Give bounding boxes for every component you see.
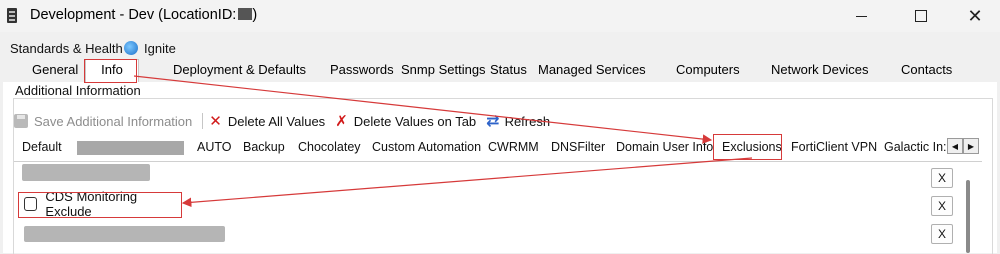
delete-all-values-button[interactable]: ✕ Delete All Values — [209, 112, 325, 130]
delete-values-on-tab-button[interactable]: ✗ Delete Values on Tab — [335, 112, 476, 130]
subtab-custom-automation[interactable]: Custom Automation — [372, 140, 481, 154]
sub-tab-strip: Default AUTO Backup Chocolatey Custom Au… — [14, 137, 982, 162]
refresh-button[interactable]: ⇄ Refresh — [486, 111, 550, 131]
save-additional-info-button[interactable]: Save Additional Information — [14, 114, 192, 129]
app-icon — [7, 8, 17, 23]
remove-icon: X — [937, 227, 946, 241]
redacted-field[interactable] — [22, 164, 150, 181]
minimize-button[interactable] — [838, 0, 884, 32]
save-icon — [14, 114, 28, 128]
redacted-subtab[interactable] — [77, 141, 184, 155]
close-icon: ✕ — [967, 6, 983, 26]
group-title: Additional Information — [13, 83, 143, 98]
remove-field-button[interactable]: X — [931, 224, 953, 244]
toolbar: Save Additional Information ✕ Delete All… — [14, 111, 550, 131]
subtab-galactic[interactable]: Galactic In: — [884, 140, 947, 154]
tab-scroll-arrows: ◀ ▶ — [947, 138, 979, 154]
delete-icon: ✕ — [209, 113, 222, 130]
tab-scroll-right-icon[interactable]: ▶ — [963, 138, 979, 154]
subtab-exclusions[interactable]: Exclusions — [722, 140, 782, 154]
subtab-forticlient-vpn[interactable]: FortiClient VPN — [791, 140, 877, 154]
window-title: Development - Dev (LocationID:) — [30, 7, 257, 23]
minimize-icon — [855, 15, 867, 17]
window-title-text: Development - Dev (LocationID: — [30, 7, 237, 23]
cds-monitoring-exclude-row[interactable]: CDS Monitoring Exclude — [20, 189, 180, 219]
tab-passwords[interactable]: Passwords — [330, 60, 394, 81]
checkbox-label: CDS Monitoring Exclude — [45, 189, 138, 219]
subtab-dnsfilter[interactable]: DNSFilter — [551, 140, 605, 154]
subtab-auto[interactable]: AUTO — [197, 140, 232, 154]
subtab-backup[interactable]: Backup — [243, 140, 285, 154]
remove-field-button[interactable]: X — [931, 196, 953, 216]
globe-icon — [124, 41, 138, 55]
tab-contacts[interactable]: Contacts — [901, 60, 952, 81]
maximize-icon — [915, 10, 927, 22]
tab-status[interactable]: Status — [490, 60, 527, 81]
main-tab-strip: General Info Deployment & Defaults Passw… — [3, 59, 997, 84]
title-bar: Development - Dev (LocationID:) ✕ — [0, 0, 1000, 32]
tab-scroll-left-icon[interactable]: ◀ — [947, 138, 963, 154]
tab-managed-services[interactable]: Managed Services — [538, 60, 646, 81]
redacted-field[interactable] — [24, 226, 225, 242]
remove-field-button[interactable]: X — [931, 168, 953, 188]
subtab-cwrmm[interactable]: CWRMM — [488, 140, 539, 154]
refresh-label: Refresh — [504, 113, 551, 129]
refresh-icon: ⇄ — [486, 113, 500, 130]
tab-label: Standards & Health — [10, 40, 123, 56]
subtab-chocolatey[interactable]: Chocolatey — [298, 140, 361, 154]
remove-icon: X — [937, 171, 946, 185]
checkbox[interactable] — [24, 197, 38, 211]
tab-general[interactable]: General — [32, 60, 78, 81]
tab-ignite[interactable]: Ignite — [124, 37, 176, 59]
subtab-default[interactable]: Default — [22, 140, 62, 154]
maximize-button[interactable] — [898, 0, 944, 32]
subtab-domain-user-info[interactable]: Domain User Info — [616, 140, 713, 154]
close-button[interactable]: ✕ — [952, 0, 998, 32]
delete-tab-icon: ✗ — [335, 113, 348, 130]
tab-info[interactable]: Info — [85, 59, 139, 84]
redacted-location-id — [238, 8, 253, 20]
tab-label: Ignite — [144, 40, 176, 56]
tab-snmp-settings[interactable]: Snmp Settings — [401, 60, 486, 81]
tab-network-devices[interactable]: Network Devices — [771, 60, 869, 81]
tab-standards-health[interactable]: Standards & Health — [10, 37, 123, 59]
toolbar-separator — [202, 113, 204, 129]
tab-computers[interactable]: Computers — [676, 60, 740, 81]
tab-deployment-defaults[interactable]: Deployment & Defaults — [173, 60, 306, 81]
delete-all-label: Delete All Values — [227, 113, 326, 129]
save-label: Save Additional Information — [34, 113, 193, 129]
window-title-suffix: ) — [252, 7, 258, 23]
remove-icon: X — [937, 199, 946, 213]
delete-tab-label: Delete Values on Tab — [353, 113, 477, 129]
vertical-scrollbar[interactable] — [966, 180, 970, 253]
